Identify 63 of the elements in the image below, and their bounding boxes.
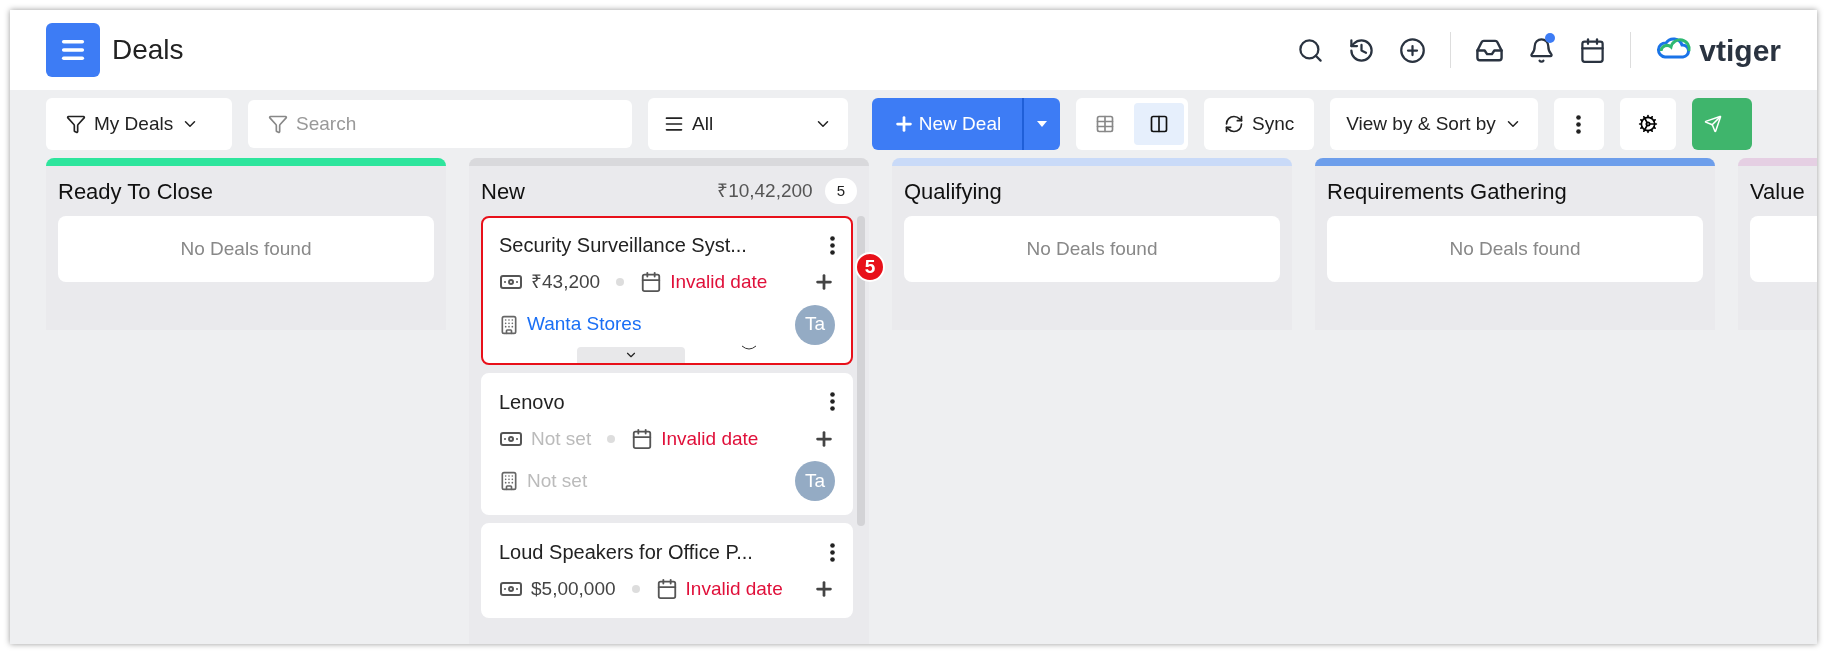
more-icon[interactable] — [830, 392, 835, 411]
deal-amount: $5,00,000 — [531, 577, 616, 601]
close-date: Invalid date — [661, 426, 759, 451]
more-icon[interactable] — [830, 542, 835, 562]
calendar-icon — [640, 271, 663, 294]
deal-count: 5 — [824, 177, 857, 205]
list-select[interactable]: All — [648, 98, 848, 150]
add-icon[interactable] — [1399, 36, 1427, 64]
empty-message: No Deals found — [1449, 236, 1581, 261]
menu-button[interactable] — [46, 23, 100, 77]
send-icon — [1703, 115, 1722, 133]
calendar-icon — [655, 578, 678, 601]
column-title: Qualifying — [904, 177, 1002, 206]
deal-amount: ₹43,200 — [531, 270, 601, 294]
lines-icon — [664, 114, 684, 134]
new-deal-menu-button[interactable] — [1022, 98, 1060, 150]
calendar-icon[interactable] — [1579, 36, 1607, 64]
deal-name[interactable]: Loud Speakers for Office P... — [499, 537, 753, 567]
view-sort-dropdown[interactable]: View by & Sort by — [1330, 98, 1538, 150]
search-field[interactable]: Search — [248, 100, 632, 148]
logo-text: vtiger — [1699, 32, 1781, 69]
deal-card[interactable]: Loud Speakers for Office P... $5,00,000 Invalid date — [481, 523, 853, 618]
column-title: New — [481, 177, 525, 206]
deal-name[interactable]: Security Surveillance Syst... — [499, 230, 747, 260]
calendar-icon — [631, 427, 654, 450]
page-title: Deals — [112, 33, 184, 67]
refresh-icon — [1224, 114, 1244, 134]
empty-message: No Deals found — [1026, 236, 1158, 261]
kanban-view-button[interactable] — [1134, 103, 1184, 145]
deal-amount: Not set — [531, 426, 592, 451]
settings-button[interactable] — [1619, 98, 1676, 150]
column-title: Ready To Close — [58, 177, 213, 206]
search-icon[interactable] — [1297, 36, 1325, 64]
building-icon — [499, 471, 519, 491]
more-icon — [1576, 114, 1582, 134]
columns-icon — [1149, 114, 1169, 134]
caret-icon — [1037, 121, 1047, 127]
owner-avatar: Ta — [795, 304, 835, 345]
column-title: Value — [1750, 177, 1805, 206]
account-link[interactable]: Wanta Stores — [527, 310, 642, 339]
sync-button[interactable]: Sync — [1204, 98, 1315, 150]
scrollbar-thumb[interactable] — [857, 216, 865, 526]
building-icon — [499, 314, 519, 335]
filter-icon — [66, 114, 86, 134]
step-badge: 5 — [855, 252, 885, 282]
column-total: ₹10,42,200 — [717, 178, 813, 203]
account-value: Not set — [527, 468, 588, 493]
arc-icon — [741, 344, 757, 351]
new-deal-button[interactable]: New Deal — [872, 98, 1022, 150]
more-icon[interactable] — [830, 235, 835, 255]
column-title: Requirements Gathering — [1327, 177, 1567, 206]
deal-card[interactable]: Lenovo Not set Invalid date Not set Ta — [481, 372, 853, 515]
close-date: Invalid date — [685, 577, 783, 601]
more-button[interactable] — [1553, 98, 1604, 150]
table-icon — [1095, 114, 1115, 134]
close-date: Invalid date — [670, 270, 768, 294]
history-icon[interactable] — [1348, 36, 1376, 64]
settings-icon — [1637, 114, 1658, 134]
filter-dropdown[interactable]: My Deals — [46, 98, 232, 150]
owner-avatar: Ta — [795, 461, 835, 501]
empty-message: No Deals found — [180, 236, 312, 261]
notifications-icon[interactable] — [1528, 36, 1556, 64]
deal-name[interactable]: Lenovo — [499, 386, 565, 417]
